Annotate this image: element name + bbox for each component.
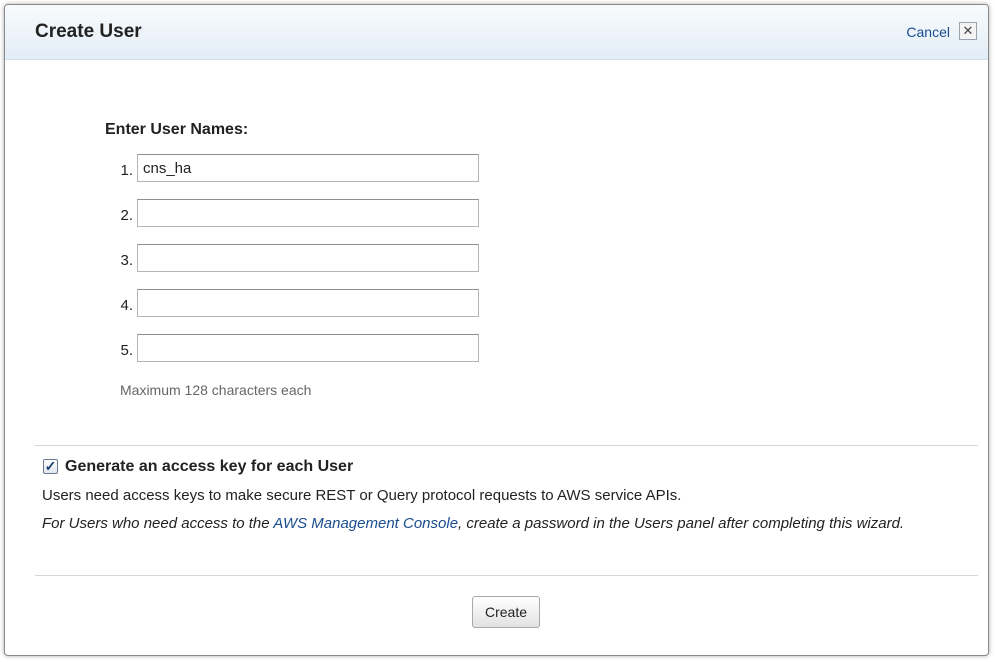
console-note-text: For Users who need access to the [42,515,274,532]
dialog-header: Create User Cancel ✕ [5,5,988,60]
user-name-input-3[interactable] [137,244,479,272]
create-button[interactable]: Create [472,596,540,628]
generate-access-key-label[interactable]: Generate an access key for each User [65,458,353,476]
create-user-dialog: Create User Cancel ✕ Enter User Names: 1… [4,4,989,656]
max-length-hint: Maximum 128 characters each [120,382,312,398]
user-names-heading: Enter User Names: [105,121,249,138]
row-number: 1. [120,162,133,179]
user-name-input-1[interactable] [137,154,479,182]
row-number: 2. [120,207,133,224]
divider [35,445,978,446]
row-number: 3. [120,252,133,269]
user-name-input-5[interactable] [137,334,479,362]
cancel-link[interactable]: Cancel [906,24,950,40]
dialog-title: Create User [35,21,142,42]
row-number: 5. [120,342,133,359]
aws-console-link[interactable]: AWS Management Console [273,515,458,532]
user-name-input-2[interactable] [137,199,479,227]
close-icon[interactable]: ✕ [959,22,977,40]
user-name-input-4[interactable] [137,289,479,317]
access-key-description: Users need access keys to make secure RE… [42,487,682,504]
divider [35,575,978,576]
row-number: 4. [120,297,133,314]
generate-access-key-checkbox[interactable]: ✓ [43,459,58,474]
console-note: For Users who need access to the AWS Man… [42,513,972,534]
console-note-text: , create a password in the Users panel a… [458,515,905,532]
